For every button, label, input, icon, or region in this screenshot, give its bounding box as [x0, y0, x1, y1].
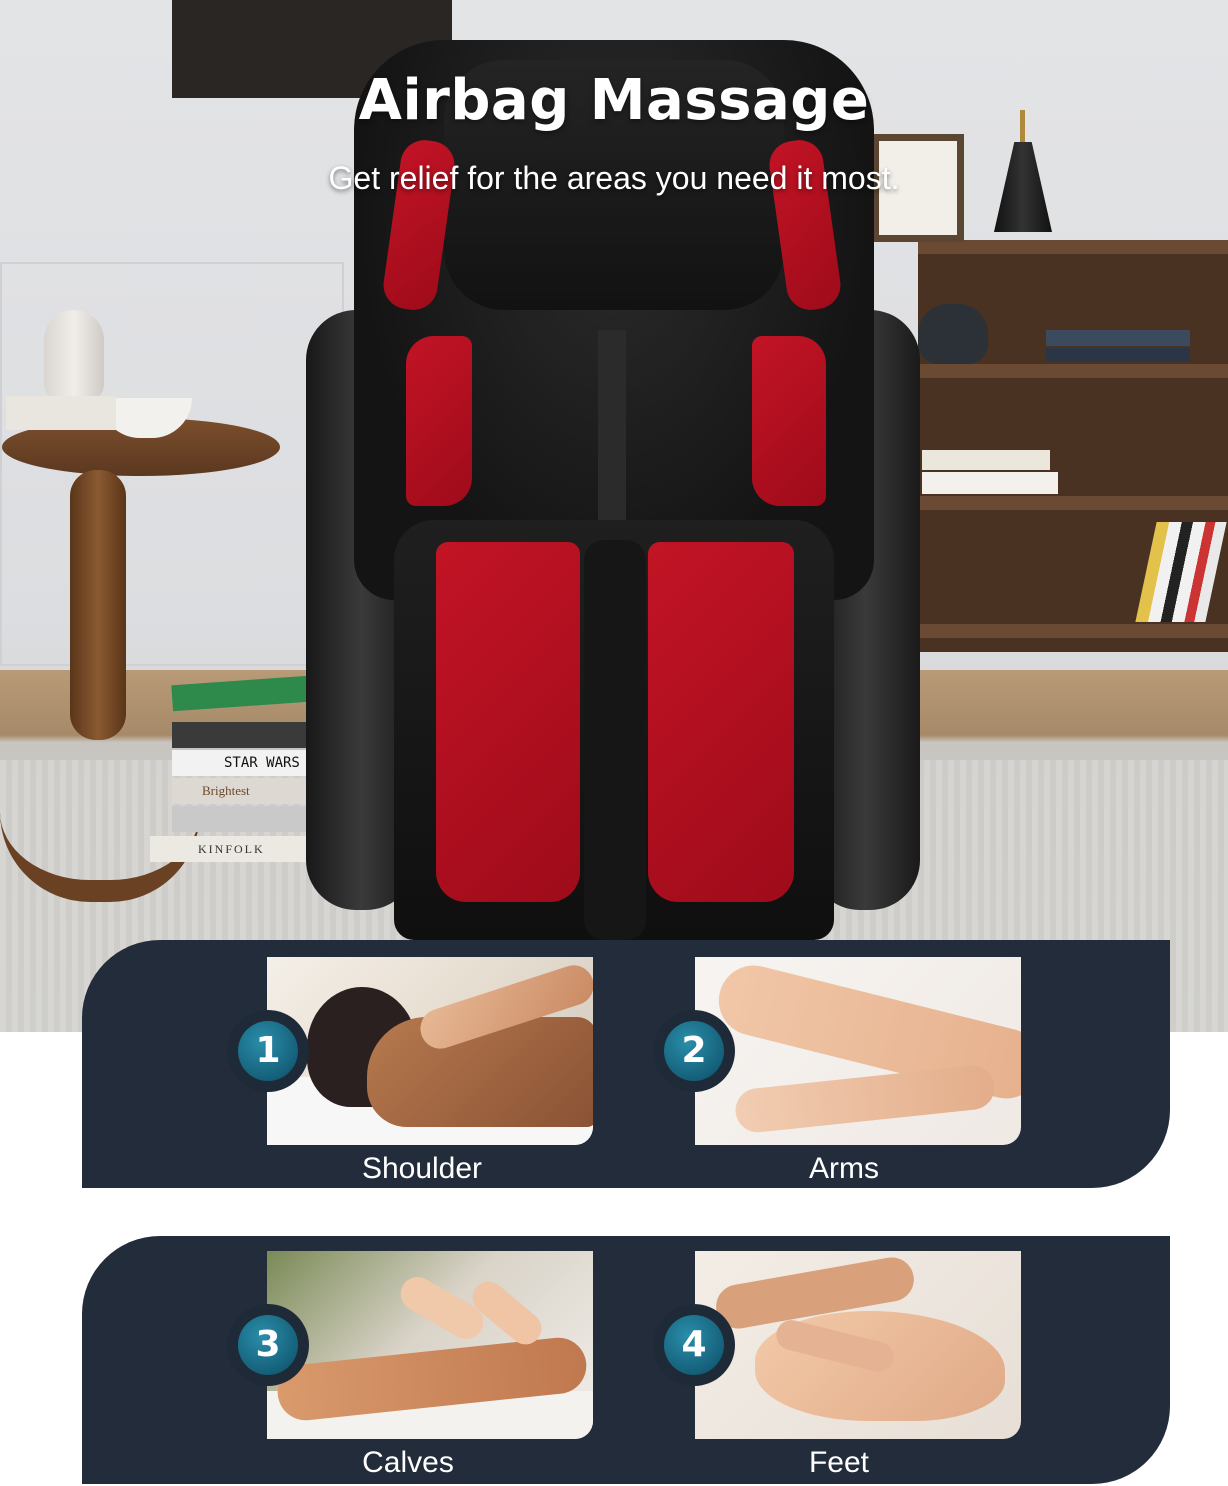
- side-table-foot: [0, 720, 200, 902]
- feature-number-3: 3: [238, 1315, 298, 1375]
- feature-badge-1: 1: [230, 1013, 306, 1089]
- side-table-leg: [70, 470, 126, 740]
- shoulder-massage-photo: [267, 957, 593, 1145]
- airbag-shoulder-right: [752, 336, 826, 506]
- feature-number-2: 2: [664, 1021, 724, 1081]
- airbag-calf-right: [648, 542, 794, 902]
- feature-badge-2: 2: [656, 1013, 732, 1089]
- feature-badge-4: 4: [656, 1307, 732, 1383]
- feature-label-calves: Calves: [362, 1446, 454, 1479]
- feature-label-arms: Arms: [809, 1152, 879, 1185]
- feature-label-shoulder: Shoulder: [361, 1152, 483, 1185]
- arms-massage-photo: [695, 957, 1021, 1145]
- floor-book: [172, 722, 324, 748]
- bookshelf: [918, 240, 1228, 652]
- living-room-scene: STAR WARS Brightest KINFOLK Airbag Massa…: [0, 0, 1228, 1032]
- feature-badge-3: 3: [230, 1307, 306, 1383]
- page-title: Airbag Massage: [358, 68, 870, 133]
- product-feature-page: STAR WARS Brightest KINFOLK Airbag Massa…: [0, 0, 1228, 1486]
- feature-number-4: 4: [664, 1315, 724, 1375]
- feature-number-1: 1: [238, 1021, 298, 1081]
- flower-vase: [44, 310, 104, 402]
- floor-book-title: STAR WARS: [172, 750, 324, 776]
- calves-massage-photo: [267, 1251, 593, 1439]
- page-subtitle: Get relief for the areas you need it mos…: [328, 160, 900, 196]
- floor-book: [172, 806, 324, 832]
- airbag-calf-left: [436, 542, 580, 902]
- feature-label-feet: Feet: [808, 1446, 870, 1479]
- airbag-shoulder-left: [406, 336, 472, 506]
- floor-book-title: Brightest: [172, 778, 324, 804]
- table-books: [6, 396, 116, 430]
- feet-massage-photo: [695, 1251, 1021, 1439]
- floor-book-title: KINFOLK: [150, 836, 330, 862]
